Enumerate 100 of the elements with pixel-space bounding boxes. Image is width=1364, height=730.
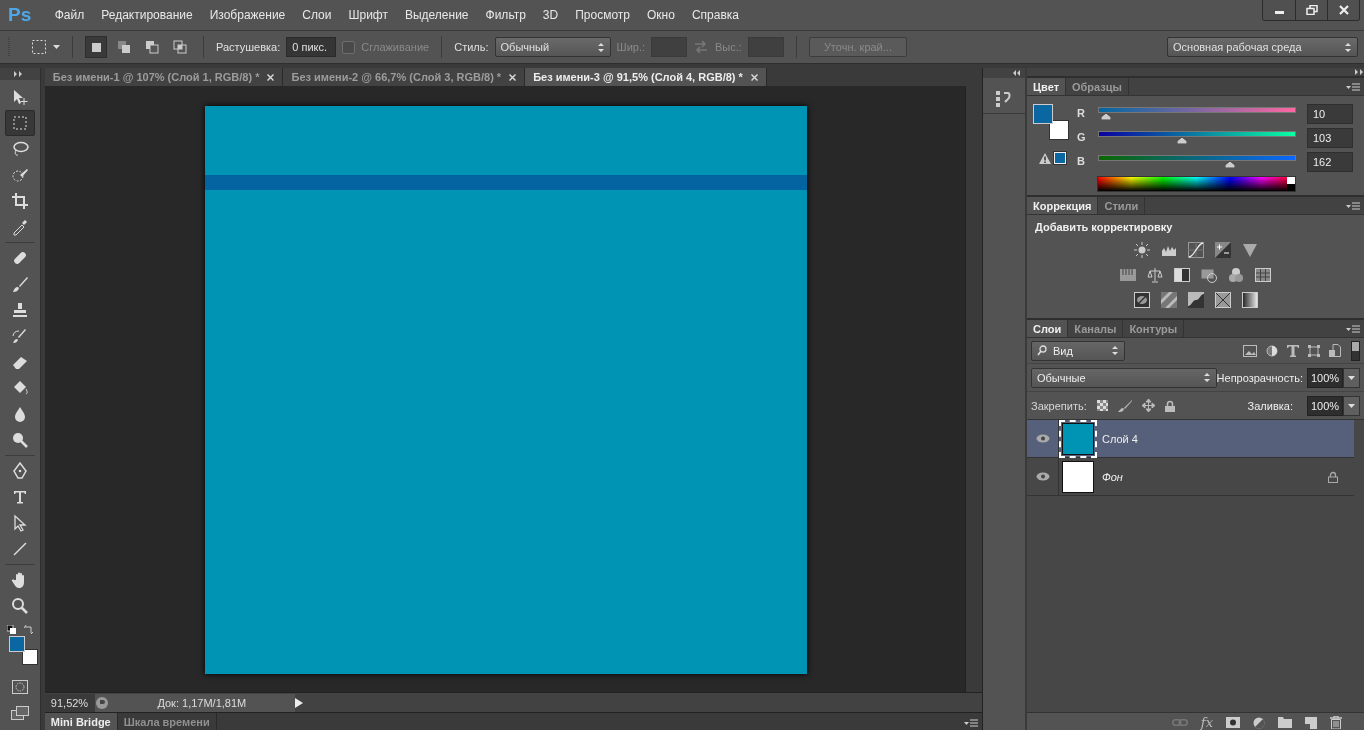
close-icon[interactable] <box>750 73 758 81</box>
marquee-tool[interactable] <box>4 110 35 136</box>
menu-item[interactable]: Выделение <box>396 8 478 22</box>
feather-field[interactable]: 0 пикс. <box>286 37 337 57</box>
sun-icon[interactable] <box>1133 242 1150 258</box>
invert-icon[interactable] <box>1133 292 1150 308</box>
document-tab[interactable]: Без имени-1 @ 107% (Слой 1, RGB/8) * <box>44 68 284 86</box>
panel-tab[interactable]: Контуры <box>1123 320 1185 337</box>
lock-icon[interactable] <box>1164 399 1175 412</box>
channel-value-field[interactable]: 10 <box>1307 104 1353 124</box>
trash-icon[interactable] <box>1330 716 1342 729</box>
history-icon[interactable] <box>995 90 1012 108</box>
fx-button[interactable]: fx <box>1200 715 1213 730</box>
restore-icon <box>1305 5 1318 15</box>
panel-menu-icon[interactable] <box>1346 324 1360 333</box>
menu-item[interactable]: Слои <box>293 8 340 22</box>
mask-icon[interactable] <box>1226 717 1240 728</box>
scales-icon[interactable] <box>1147 267 1163 283</box>
circles-icon[interactable] <box>1228 267 1244 283</box>
panel-tab[interactable]: Стили <box>1098 197 1146 214</box>
menu-item[interactable]: Шрифт <box>339 8 397 22</box>
menu-item[interactable]: Окно <box>638 8 684 22</box>
checker-icon[interactable] <box>1096 400 1108 411</box>
channel-value-field[interactable]: 162 <box>1307 152 1353 172</box>
document-tab[interactable]: Без имени-3 @ 91,5% (Слой 4, RGB/8) * <box>525 68 767 86</box>
foreground-swatch[interactable] <box>8 636 25 652</box>
screen-mode-icon[interactable] <box>10 706 29 720</box>
quick-mask-icon[interactable] <box>11 680 28 694</box>
default-colors-icon[interactable] <box>6 625 16 634</box>
folder-icon[interactable] <box>1278 717 1292 728</box>
style-dropdown[interactable]: Обычный <box>494 37 611 57</box>
marquee-icon[interactable] <box>31 39 47 55</box>
caret-icon[interactable] <box>53 45 60 49</box>
gamut-swatch[interactable] <box>1054 152 1066 164</box>
transform-icon[interactable] <box>1308 344 1320 357</box>
panel-tab[interactable]: Образцы <box>1066 78 1129 95</box>
type-icon[interactable] <box>1287 344 1299 357</box>
brush-icon[interactable] <box>1117 399 1132 412</box>
expand-icon[interactable] <box>1355 69 1364 75</box>
grid-icon[interactable] <box>1255 267 1271 283</box>
warning-icon[interactable] <box>1039 152 1051 164</box>
panel-tab[interactable]: Каналы <box>1068 320 1124 337</box>
selective-color-icon[interactable] <box>1214 292 1231 308</box>
swap-colors-icon[interactable] <box>23 625 33 634</box>
menu-item[interactable]: Редактирование <box>92 8 202 22</box>
channel-value-field[interactable]: 103 <box>1307 128 1353 148</box>
clock-icon[interactable] <box>94 695 109 710</box>
menu-item[interactable]: Фильтр <box>477 8 535 22</box>
color-bars-icon[interactable] <box>1120 267 1136 283</box>
panel-tab[interactable]: Mini Bridge <box>44 713 118 730</box>
menu-item[interactable]: 3D <box>534 8 567 22</box>
threshold-icon[interactable] <box>1187 292 1204 308</box>
curves-icon[interactable] <box>1187 242 1204 258</box>
eye-icon[interactable] <box>1035 472 1050 481</box>
panel-tab[interactable]: Цвет <box>1027 78 1066 95</box>
color-spectrum[interactable] <box>1097 176 1296 192</box>
foreground-swatch[interactable] <box>1033 104 1053 124</box>
document-icon[interactable] <box>1329 344 1341 357</box>
half-circle-icon[interactable] <box>1266 344 1278 357</box>
close-icon[interactable] <box>509 73 517 81</box>
panel-menu-icon[interactable] <box>964 718 979 727</box>
camera-icon[interactable] <box>1201 267 1217 283</box>
close-button[interactable] <box>1327 0 1359 20</box>
close-icon[interactable] <box>267 73 275 81</box>
panel-tab[interactable]: Шкала времени <box>117 713 217 730</box>
eye-icon[interactable] <box>1035 434 1050 443</box>
opacity-field[interactable]: 100% <box>1307 367 1343 388</box>
half-square-icon[interactable] <box>1174 267 1190 283</box>
posterize-icon[interactable] <box>1160 292 1177 308</box>
menu-item[interactable]: Файл <box>46 8 93 22</box>
menu-item[interactable]: Изображение <box>201 8 294 22</box>
blend-mode-dropdown[interactable]: Обычные <box>1031 367 1217 388</box>
triangle-icon[interactable] <box>1241 242 1258 258</box>
layer-row[interactable]: Слой 4 <box>1027 420 1354 458</box>
background-swatch[interactable] <box>1049 120 1069 140</box>
collapse-icon[interactable] <box>1012 70 1021 76</box>
panel-tab[interactable]: Коррекция <box>1027 197 1099 214</box>
background-swatch[interactable] <box>21 649 38 665</box>
move-icon[interactable] <box>1141 399 1155 412</box>
filter-dropdown[interactable]: Вид <box>1031 340 1125 361</box>
workspace-dropdown[interactable]: Основная рабочая среда <box>1167 37 1358 57</box>
menu-item[interactable]: Просмотр <box>566 8 639 22</box>
filter-toggle[interactable] <box>1351 340 1360 361</box>
image-icon[interactable] <box>1243 344 1257 357</box>
panel-menu-icon[interactable] <box>1346 82 1360 91</box>
adjustment-icon[interactable] <box>1253 716 1265 729</box>
new-selection-button[interactable] <box>85 36 107 58</box>
exposure-icon[interactable] <box>1214 242 1231 258</box>
fill-field[interactable]: 100% <box>1307 395 1343 416</box>
panel-tab[interactable]: Слои <box>1027 320 1069 337</box>
layer-row[interactable]: Фон <box>1027 458 1354 496</box>
new-layer-icon[interactable] <box>1305 716 1317 729</box>
panel-menu-icon[interactable] <box>1346 201 1360 210</box>
menu-item[interactable]: Справка <box>683 8 748 22</box>
gradient-icon[interactable] <box>1241 292 1258 308</box>
dropdown-button[interactable] <box>1343 395 1360 416</box>
dropdown-button[interactable] <box>1343 367 1360 388</box>
expand-icon[interactable] <box>14 71 23 77</box>
zoom-field[interactable]: 91,52% <box>44 693 95 712</box>
document-tab[interactable]: Без имени-2 @ 66,7% (Слой 3, RGB/8) * <box>283 68 526 86</box>
